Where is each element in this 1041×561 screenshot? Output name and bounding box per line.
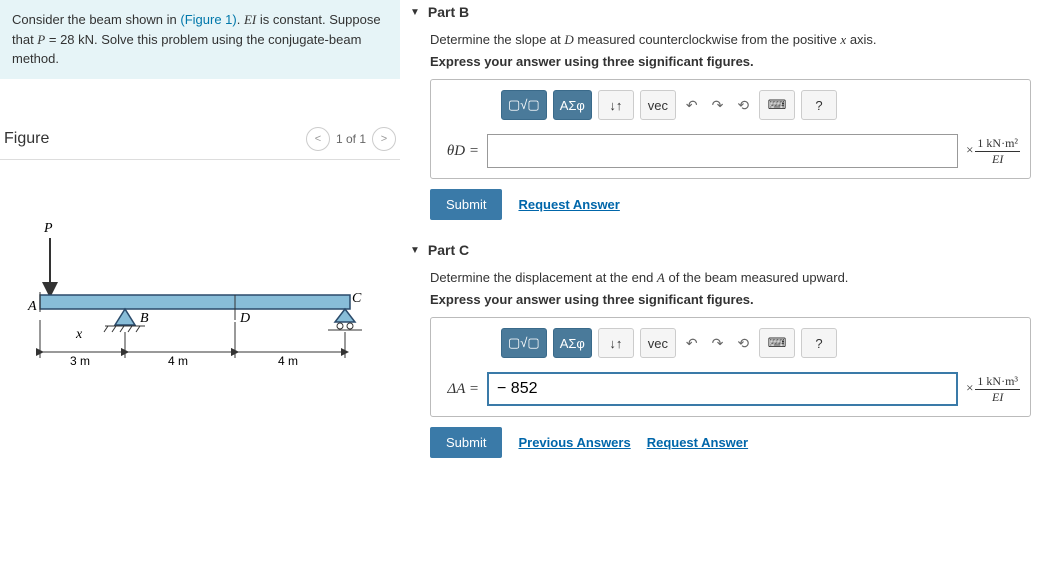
part-b-answer-box: ▢√▢ ΑΣφ ↓↑ vec ↶ ↷ ⟲ ⌨ ? θD = — [430, 79, 1031, 179]
label-P: P — [43, 221, 53, 236]
dim-2: 4 m — [168, 354, 188, 368]
reset-button[interactable]: ⟲ — [733, 335, 753, 352]
redo-button[interactable]: ↷ — [708, 97, 728, 114]
figure-header: Figure < 1 of 1 > — [0, 119, 400, 160]
label-B: B — [140, 311, 149, 326]
part-c-submit-button[interactable]: Submit — [430, 427, 502, 458]
vec-button[interactable]: vec — [640, 90, 676, 120]
ei-var: EI — [244, 12, 256, 27]
label-x: x — [75, 327, 83, 342]
vec-button[interactable]: vec — [640, 328, 676, 358]
part-c-prompt: Determine the displacement at the end A … — [430, 270, 1031, 286]
part-c-var-label: ΔA = — [441, 381, 479, 398]
label-A: A — [27, 299, 37, 314]
part-c-units: ×1 kN·m³EI — [966, 374, 1020, 405]
part-b-prompt: Determine the slope at D measured counte… — [430, 32, 1031, 48]
figure-link[interactable]: (Figure 1) — [180, 12, 236, 27]
greek-button[interactable]: ΑΣφ — [553, 328, 592, 358]
dim-1: 3 m — [70, 354, 90, 368]
label-D: D — [239, 311, 250, 326]
part-c-toggle[interactable]: ▼ — [410, 245, 420, 256]
dim-3: 4 m — [278, 354, 298, 368]
problem-statement: Consider the beam shown in (Figure 1). E… — [0, 0, 400, 79]
pager-next-button[interactable]: > — [372, 127, 396, 151]
part-c-express: Express your answer using three signific… — [430, 292, 1031, 307]
part-b-units: ×1 kN·m²EI — [966, 136, 1020, 167]
figure-image: P A — [0, 210, 400, 393]
part-b-request-link[interactable]: Request Answer — [518, 197, 619, 212]
part-c-answer-input[interactable] — [487, 372, 958, 406]
keyboard-button[interactable]: ⌨ — [759, 90, 795, 120]
subsup-button[interactable]: ↓↑ — [598, 328, 634, 358]
problem-text-2: . — [237, 12, 244, 27]
subsup-button[interactable]: ↓↑ — [598, 90, 634, 120]
greek-button[interactable]: ΑΣφ — [553, 90, 592, 120]
figure-title: Figure — [4, 130, 49, 148]
part-b-express: Express your answer using three signific… — [430, 54, 1031, 69]
part-b-submit-button[interactable]: Submit — [430, 189, 502, 220]
help-button[interactable]: ? — [801, 90, 837, 120]
part-b-toggle[interactable]: ▼ — [410, 7, 420, 18]
p-text: = 28 kN. Solve this problem using the co… — [12, 32, 361, 67]
undo-button[interactable]: ↶ — [682, 97, 702, 114]
help-button[interactable]: ? — [801, 328, 837, 358]
part-c-title: Part C — [428, 242, 469, 258]
part-c-answer-box: ▢√▢ ΑΣφ ↓↑ vec ↶ ↷ ⟲ ⌨ ? ΔA = — [430, 317, 1031, 417]
templates-button[interactable]: ▢√▢ — [501, 90, 547, 120]
label-C: C — [352, 291, 362, 306]
undo-button[interactable]: ↶ — [682, 335, 702, 352]
problem-text-1: Consider the beam shown in — [12, 12, 180, 27]
part-c-request-link[interactable]: Request Answer — [647, 435, 748, 450]
part-b-answer-input[interactable] — [487, 134, 958, 168]
part-c-previous-link[interactable]: Previous Answers — [518, 435, 630, 450]
pager-prev-button[interactable]: < — [306, 127, 330, 151]
part-b-var-label: θD = — [441, 143, 479, 160]
keyboard-button[interactable]: ⌨ — [759, 328, 795, 358]
pager-label: 1 of 1 — [336, 132, 366, 146]
redo-button[interactable]: ↷ — [708, 335, 728, 352]
part-b-title: Part B — [428, 4, 469, 20]
templates-button[interactable]: ▢√▢ — [501, 328, 547, 358]
reset-button[interactable]: ⟲ — [733, 97, 753, 114]
